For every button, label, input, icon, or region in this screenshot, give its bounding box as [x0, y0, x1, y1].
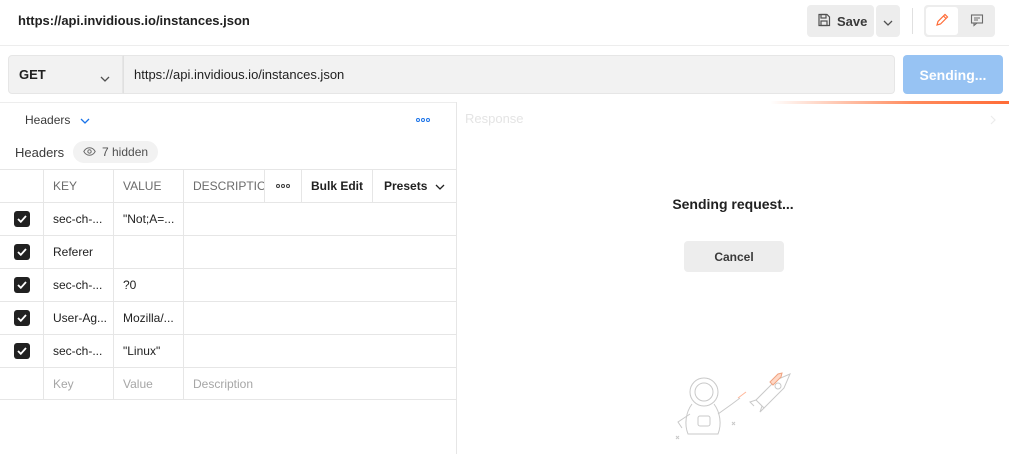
new-description-input[interactable]: Description [183, 368, 456, 400]
header-value-cell[interactable]: Mozilla/... [113, 302, 183, 334]
table-row: Referer [0, 235, 456, 268]
toolbar-divider [912, 8, 913, 34]
header-key-cell[interactable]: User-Ag... [43, 302, 113, 334]
table-row: sec-ch-... "Not;A=... [0, 202, 456, 235]
value-column-header: VALUE [113, 170, 183, 202]
presets-dropdown[interactable]: Presets [372, 170, 456, 202]
request-header-bar: https://api.invidious.io/instances.json … [0, 0, 1009, 46]
sending-status-text: Sending request... [672, 196, 794, 212]
request-params-pane: Headers Headers 7 hidden KEY VALUE DESCR… [0, 102, 456, 454]
astronaut-illustration [670, 370, 800, 454]
row-checkbox[interactable] [0, 269, 43, 301]
header-description-cell[interactable] [183, 236, 456, 268]
header-description-cell[interactable] [183, 203, 456, 235]
row-checkbox[interactable] [0, 335, 43, 367]
chevron-down-icon [883, 14, 893, 29]
new-value-input[interactable]: Value [113, 368, 183, 400]
presets-label: Presets [384, 179, 428, 193]
save-options-button[interactable] [876, 5, 900, 37]
comments-button[interactable] [961, 7, 993, 35]
response-title: Response [465, 111, 524, 126]
chevron-down-icon [100, 70, 110, 85]
header-key-cell[interactable]: sec-ch-... [43, 269, 113, 301]
loading-progress-bar [770, 101, 1009, 104]
hidden-count-label: 7 hidden [102, 145, 149, 159]
eye-icon [83, 145, 96, 159]
header-key-cell[interactable]: sec-ch-... [43, 335, 113, 367]
view-mode-toggle [924, 5, 995, 37]
header-value-cell[interactable] [113, 236, 183, 268]
header-description-cell[interactable] [183, 335, 456, 367]
check-icon [13, 310, 30, 326]
method-label: GET [19, 67, 46, 82]
chevron-down-icon [80, 113, 90, 127]
save-icon [817, 13, 831, 30]
check-icon [13, 244, 30, 260]
new-key-input[interactable]: Key [43, 368, 113, 400]
row-checkbox[interactable] [0, 203, 43, 235]
headers-tab-dropdown[interactable]: Headers [25, 113, 90, 127]
table-row: User-Ag... Mozilla/... [0, 301, 456, 334]
empty-checkbox-cell [0, 368, 43, 400]
header-value-cell[interactable]: "Not;A=... [113, 203, 183, 235]
pane-divider[interactable] [456, 102, 457, 454]
row-checkbox[interactable] [0, 302, 43, 334]
comment-icon [970, 13, 984, 30]
headers-table: KEY VALUE DESCRIPTIO Bulk Edit Presets s… [0, 169, 456, 400]
row-checkbox[interactable] [0, 236, 43, 268]
new-header-row: Key Value Description [0, 367, 456, 400]
check-icon [13, 343, 30, 359]
pencil-icon [935, 13, 949, 30]
check-icon [13, 277, 30, 293]
save-label: Save [837, 13, 868, 29]
table-header-row: KEY VALUE DESCRIPTIO Bulk Edit Presets [0, 169, 456, 202]
request-title[interactable]: https://api.invidious.io/instances.json [18, 13, 250, 28]
edit-mode-button[interactable] [926, 7, 958, 35]
headers-tab-label: Headers [25, 113, 71, 127]
header-key-cell[interactable]: Referer [43, 236, 113, 268]
table-row: sec-ch-... "Linux" [0, 334, 456, 367]
method-select[interactable]: GET [8, 55, 123, 94]
hidden-headers-toggle[interactable]: 7 hidden [73, 141, 159, 163]
check-icon [13, 211, 30, 227]
select-column-header [0, 170, 43, 202]
header-description-cell[interactable] [183, 302, 456, 334]
more-horizontal-icon[interactable] [264, 170, 301, 202]
key-column-header: KEY [43, 170, 113, 202]
cancel-button[interactable]: Cancel [684, 241, 784, 272]
bulk-edit-button[interactable]: Bulk Edit [301, 170, 372, 202]
header-value-cell[interactable]: ?0 [113, 269, 183, 301]
chevron-down-icon [435, 179, 445, 193]
description-column-header: DESCRIPTIO [183, 170, 264, 202]
url-input[interactable]: https://api.invidious.io/instances.json [123, 55, 895, 94]
headers-section-label: Headers [15, 145, 65, 160]
header-key-cell[interactable]: sec-ch-... [43, 203, 113, 235]
chevron-right-icon[interactable] [990, 113, 996, 128]
header-description-cell[interactable] [183, 269, 456, 301]
table-row: sec-ch-... ?0 [0, 268, 456, 301]
save-button[interactable]: Save [807, 5, 874, 37]
header-value-cell[interactable]: "Linux" [113, 335, 183, 367]
send-button[interactable]: Sending... [903, 55, 1003, 94]
more-horizontal-icon[interactable] [413, 113, 433, 127]
